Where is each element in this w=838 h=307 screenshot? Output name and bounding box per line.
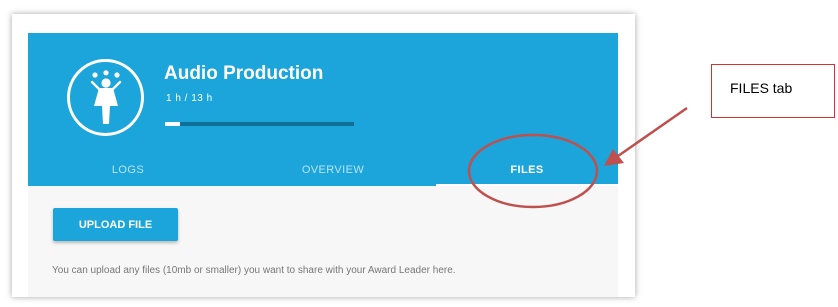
annotation-label: FILES tab <box>730 80 793 96</box>
avatar <box>67 59 144 136</box>
upload-helper-text: You can upload any files (10mb or smalle… <box>52 265 456 276</box>
hours-progress-fill <box>165 122 180 126</box>
activity-title: Audio Production <box>164 63 324 84</box>
tab-logs[interactable]: LOGS <box>28 153 228 186</box>
tab-files-label: FILES <box>510 163 544 176</box>
activity-panel: Audio Production 1 h / 13 h LOGS OVERVIE… <box>28 33 618 297</box>
upload-file-button[interactable]: UPLOAD FILE <box>53 208 178 241</box>
hours-progress-bar <box>165 122 354 126</box>
active-tab-indicator <box>436 184 618 186</box>
tab-overview[interactable]: OVERVIEW <box>233 153 433 186</box>
annotation-callout: FILES tab <box>711 64 835 118</box>
tab-logs-label: LOGS <box>111 163 145 176</box>
tab-overview-label: OVERVIEW <box>301 163 365 176</box>
activity-header: Audio Production 1 h / 13 h LOGS OVERVIE… <box>28 33 618 186</box>
hours-progress-text: 1 h / 13 h <box>166 93 213 104</box>
tab-bar: LOGS OVERVIEW FILES <box>28 153 618 186</box>
person-juggling-icon <box>90 69 121 124</box>
tab-files[interactable]: FILES <box>436 153 618 186</box>
